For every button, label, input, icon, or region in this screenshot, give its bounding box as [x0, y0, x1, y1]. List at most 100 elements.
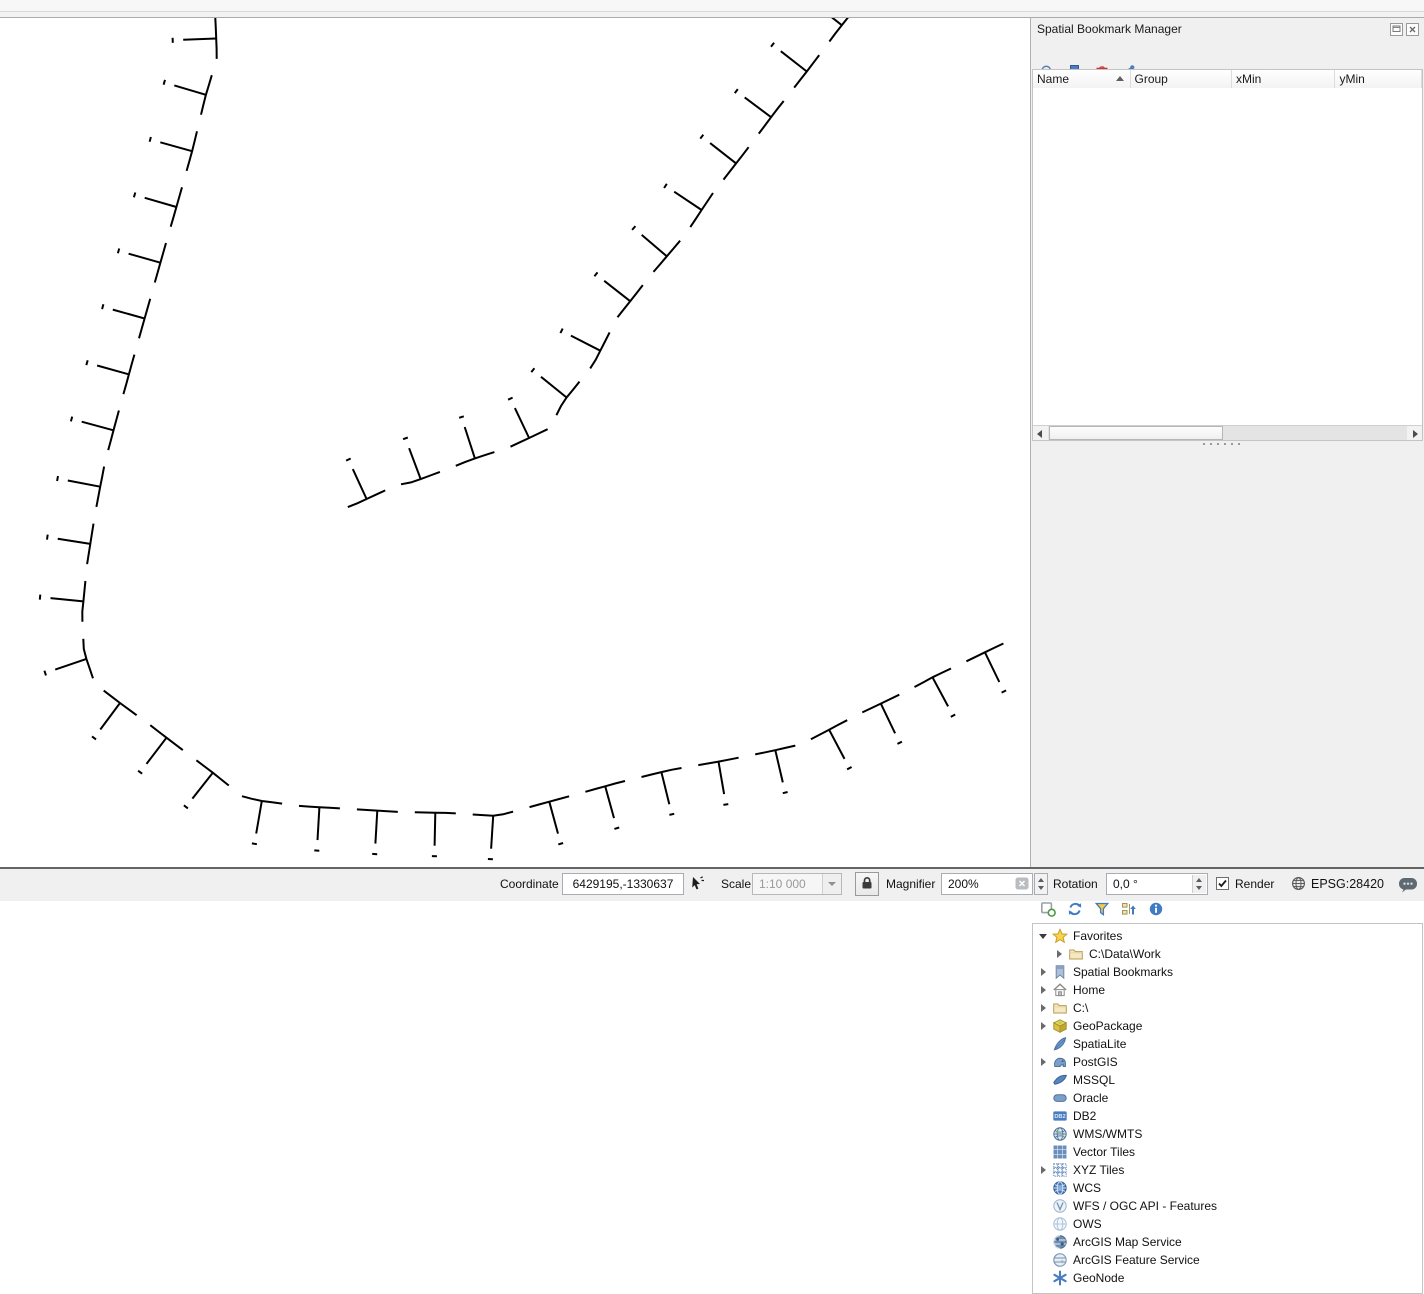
browser-item-label: SpatiaLite: [1073, 1037, 1126, 1051]
column-label: Group: [1135, 72, 1168, 86]
expand-arrow-icon[interactable]: [1037, 986, 1049, 994]
cliff-line-west-dot: [134, 193, 135, 198]
bookmark-panel-titlebar: Spatial Bookmark Manager: [1031, 18, 1424, 40]
panel-splitter[interactable]: [1031, 440, 1424, 447]
cliff-line-middle-dot: [403, 438, 408, 440]
magnifier-input[interactable]: 200%: [941, 873, 1033, 895]
cliff-line-west-tick: [174, 85, 206, 94]
cliff-line-west-dash: [150, 725, 183, 750]
column-header-name[interactable]: Name: [1033, 70, 1131, 88]
mouse-position-icon[interactable]: [688, 875, 705, 896]
expand-arrow-icon[interactable]: [1053, 950, 1065, 958]
filter-icon: [1094, 901, 1110, 917]
cliff-line-west-dot: [150, 137, 151, 142]
coordinate-input[interactable]: 6429195,-1330637: [562, 873, 684, 895]
browser-item-ows[interactable]: OWS: [1033, 1215, 1422, 1233]
cliff-line-middle-dot: [560, 329, 562, 334]
refresh-button[interactable]: [1066, 900, 1084, 918]
browser-item-geopackage[interactable]: GeoPackage: [1033, 1017, 1422, 1035]
magnifier-spinner[interactable]: [1034, 873, 1048, 895]
clear-icon[interactable]: [1015, 877, 1029, 890]
scroll-left-button[interactable]: [1033, 426, 1048, 440]
expand-arrow-icon[interactable]: [1037, 1058, 1049, 1066]
add-selected-layers-button[interactable]: [1039, 900, 1057, 918]
cliff-line-west-tick: [775, 750, 783, 782]
scale-combo[interactable]: 1:10 000: [752, 873, 842, 895]
browser-item-c[interactable]: C:\: [1033, 999, 1422, 1017]
browser-item-oracle[interactable]: Oracle: [1033, 1089, 1422, 1107]
browser-item-postgis[interactable]: PostGIS: [1033, 1053, 1422, 1071]
browser-item-label: PostGIS: [1073, 1055, 1118, 1069]
browser-item-label: Home: [1073, 983, 1105, 997]
cliff-line-middle-dot: [594, 272, 597, 276]
browser-item-geonode[interactable]: GeoNode: [1033, 1269, 1422, 1287]
scale-label: Scale: [721, 877, 751, 891]
expand-arrow-icon[interactable]: [1037, 968, 1049, 976]
expand-arrow-icon[interactable]: [1037, 1004, 1049, 1012]
browser-item-mssql[interactable]: MSSQL: [1033, 1071, 1422, 1089]
cliff-line-middle-tick: [571, 336, 600, 351]
cliff-line-middle-tick: [816, 18, 842, 25]
lock-icon: [859, 875, 875, 891]
scroll-right-button[interactable]: [1407, 426, 1422, 440]
column-header-group[interactable]: Group: [1131, 70, 1232, 88]
cliff-line-west-tick: [318, 807, 320, 840]
cliff-line-middle-dash: [759, 101, 784, 134]
expand-arrow-icon[interactable]: [1037, 1022, 1049, 1030]
scrollbar-thumb[interactable]: [1049, 426, 1223, 440]
browser-item-wms-wmts[interactable]: WMS/WMTS: [1033, 1125, 1422, 1143]
collapse-arrow-icon[interactable]: [1037, 934, 1049, 939]
cliff-line-middle-tick: [781, 51, 807, 71]
browser-item-arcgis-map-service[interactable]: ArcGIS Map Service: [1033, 1233, 1422, 1251]
browser-item-wfs-ogc-api-features[interactable]: WFS / OGC API - Features: [1033, 1197, 1422, 1215]
browser-item-spatialite[interactable]: SpatiaLite: [1033, 1035, 1422, 1053]
cliff-line-west-tick: [145, 198, 177, 207]
cliff-line-west-dot: [44, 671, 46, 676]
cliff-line-west-dot: [951, 715, 955, 717]
render-checkbox[interactable]: [1216, 877, 1229, 890]
browser-item-label: ArcGIS Feature Service: [1073, 1253, 1200, 1267]
cliff-line-west-dot: [118, 249, 119, 254]
browser-item-home[interactable]: Home: [1033, 981, 1422, 999]
cliff-line-west-dash: [201, 75, 212, 115]
cliff-line-middle-tick: [409, 448, 421, 479]
scale-combo-arrow[interactable]: [822, 874, 841, 894]
cliff-line-west-tick: [829, 730, 844, 759]
column-header-ymin[interactable]: yMin: [1335, 70, 1422, 88]
crs-globe-icon[interactable]: [1291, 876, 1306, 894]
folder-icon: [1052, 1000, 1068, 1016]
cliff-line-west-tick: [435, 813, 436, 846]
scale-lock-button[interactable]: [855, 872, 879, 896]
browser-item-label: GeoNode: [1073, 1271, 1124, 1285]
browser-item-arcgis-feature-service[interactable]: ArcGIS Feature Service: [1033, 1251, 1422, 1269]
messages-button[interactable]: [1398, 877, 1418, 897]
cliff-line-west-dot: [184, 805, 188, 808]
rotation-input[interactable]: 0,0 °: [1106, 873, 1208, 895]
bookmark-horizontal-scrollbar[interactable]: [1033, 425, 1422, 440]
cliff-line-middle-dot: [531, 368, 534, 372]
map-canvas[interactable]: [0, 18, 1030, 867]
properties-widget-button[interactable]: [1147, 900, 1165, 918]
cliff-line-middle-dash: [690, 193, 713, 227]
browser-item-spatial-bookmarks[interactable]: Spatial Bookmarks: [1033, 963, 1422, 981]
expand-arrow-icon[interactable]: [1037, 1166, 1049, 1174]
browser-item-vector-tiles[interactable]: Vector Tiles: [1033, 1143, 1422, 1161]
collapse-all-button[interactable]: [1120, 900, 1138, 918]
cliff-line-middle-tick: [674, 192, 701, 210]
crs-status-button[interactable]: EPSG:28420: [1311, 877, 1384, 891]
rotation-spinner[interactable]: [1192, 875, 1206, 893]
browser-item-label: GeoPackage: [1073, 1019, 1142, 1033]
scrollbar-track[interactable]: [1048, 426, 1407, 440]
bookmark-panel-close-button[interactable]: [1406, 22, 1420, 36]
browser-item-xyz-tiles[interactable]: XYZ Tiles: [1033, 1161, 1422, 1179]
browser-item-db2[interactable]: DB2DB2: [1033, 1107, 1422, 1125]
column-header-xmin[interactable]: xMin: [1232, 70, 1335, 88]
filter-browser-button[interactable]: [1093, 900, 1111, 918]
browser-item-favorites[interactable]: Favorites: [1033, 927, 1422, 945]
cliff-line-west-dot: [86, 360, 87, 365]
browser-item-wcs[interactable]: WCS: [1033, 1179, 1422, 1197]
bookmark-table-body[interactable]: [1033, 88, 1422, 425]
splitter-handle-dots: [1203, 443, 1243, 445]
bookmark-panel-float-button[interactable]: [1390, 22, 1404, 36]
browser-item-c-data-work[interactable]: C:\Data\Work: [1033, 945, 1422, 963]
